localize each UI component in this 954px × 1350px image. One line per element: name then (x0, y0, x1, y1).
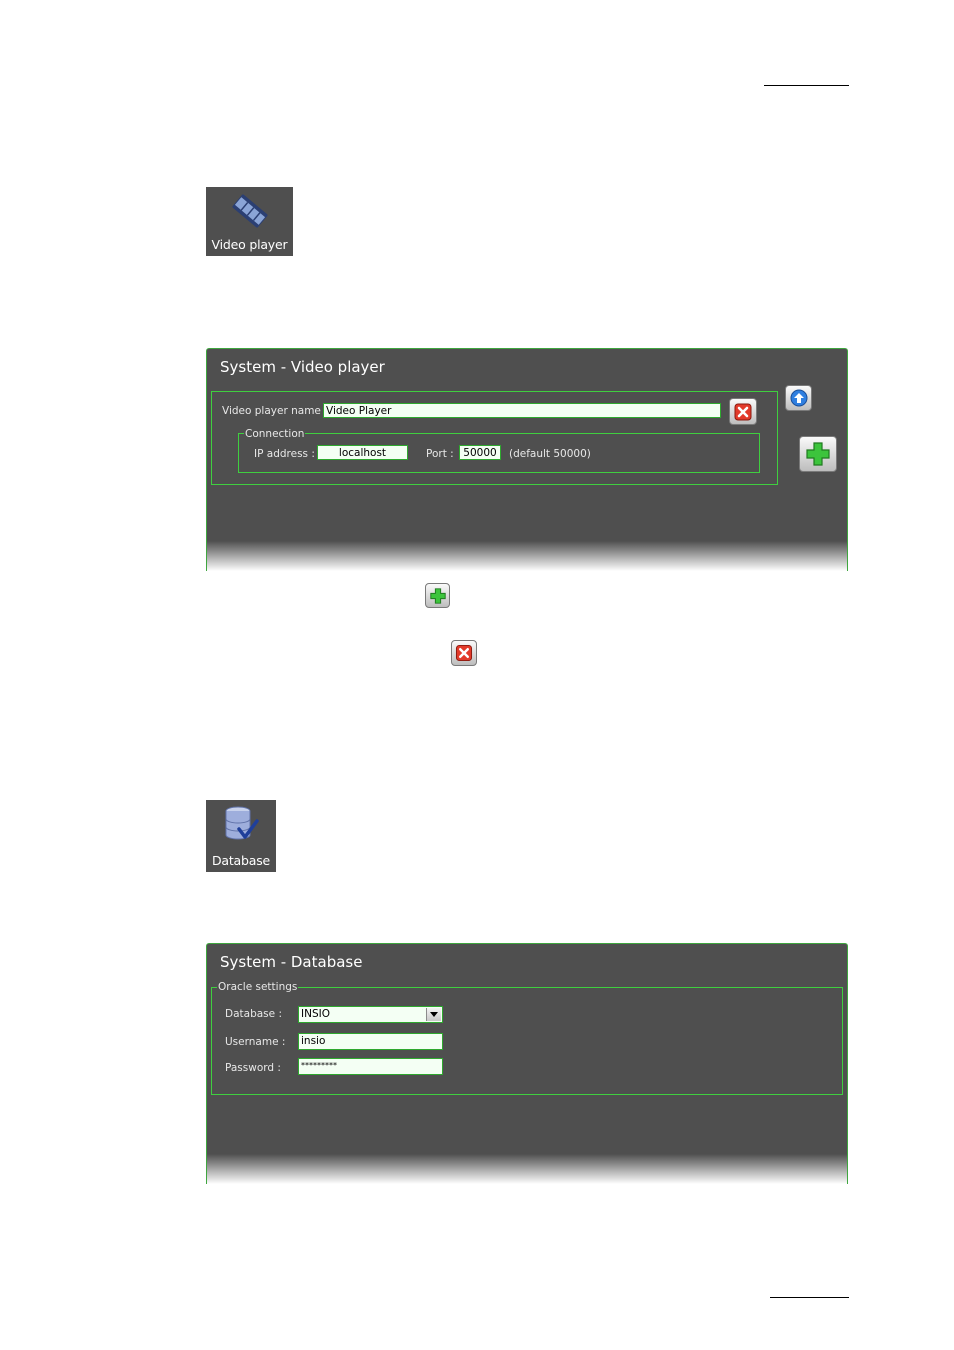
database-tile[interactable]: Database (206, 800, 276, 872)
password-input[interactable]: ********* (298, 1058, 443, 1075)
database-check-icon (225, 806, 259, 840)
move-up-button[interactable] (785, 385, 812, 411)
ip-address-input[interactable]: localhost (317, 445, 408, 460)
remove-inline-icon (451, 640, 477, 666)
database-select-value: INSIO (301, 1008, 330, 1020)
database-tile-label: Database (211, 853, 271, 868)
red-x-icon (734, 403, 752, 420)
video-player-name-input[interactable]: Video Player (323, 403, 721, 418)
database-panel: System - Database Oracle settings Databa… (206, 943, 848, 1184)
ip-address-label: IP address : (254, 448, 315, 460)
database-label: Database : (225, 1008, 282, 1020)
green-plus-icon (429, 587, 446, 604)
password-label: Password : (225, 1062, 281, 1074)
green-plus-icon (806, 442, 830, 466)
chevron-down-icon[interactable] (426, 1008, 441, 1021)
database-select[interactable]: INSIO (298, 1006, 443, 1023)
add-player-button[interactable] (799, 436, 837, 472)
add-inline-icon (425, 583, 450, 608)
video-player-tile[interactable]: Video player (206, 187, 293, 256)
video-player-tile-label: Video player (211, 237, 288, 252)
port-label: Port : (426, 448, 454, 460)
video-panel-fade (207, 541, 847, 571)
remove-player-button[interactable] (729, 398, 757, 425)
arrow-up-icon (790, 389, 807, 407)
video-player-name-label: Video player name : (222, 405, 328, 417)
red-x-icon (455, 644, 473, 662)
database-panel-title: System - Database (220, 953, 363, 971)
connection-legend: Connection (244, 428, 306, 440)
footer-rule (770, 1297, 849, 1298)
video-player-panel: System - Video player Video player name … (206, 348, 848, 571)
video-panel-title: System - Video player (220, 358, 385, 376)
film-strip-icon (232, 194, 268, 228)
header-rule (764, 85, 849, 86)
username-input[interactable]: insio (298, 1033, 443, 1050)
username-label: Username : (225, 1036, 286, 1048)
oracle-settings-legend: Oracle settings (217, 981, 299, 993)
port-input[interactable]: 50000 (459, 445, 501, 460)
database-panel-fade (207, 1154, 847, 1184)
port-default-hint: (default 50000) (509, 448, 591, 460)
